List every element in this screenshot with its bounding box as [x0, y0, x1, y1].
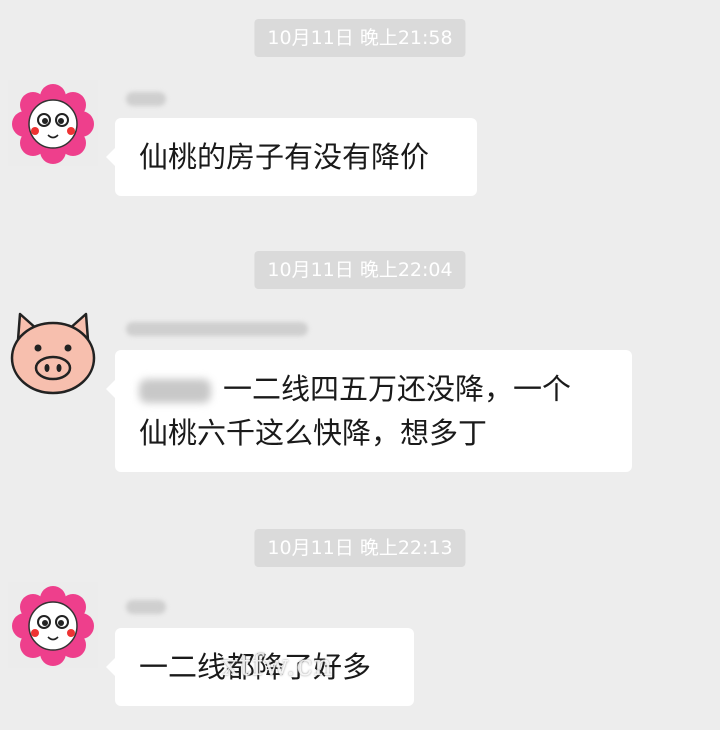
- sender-name-blurred: [126, 92, 166, 106]
- mention-blurred: [139, 379, 211, 403]
- pig-avatar[interactable]: [8, 310, 98, 396]
- message-text: 仙桃的房子有没有降价: [139, 140, 430, 174]
- message-timestamp: 10月11日 晚上22:13: [254, 529, 466, 567]
- sender-name-blurred: [126, 600, 166, 614]
- message-bubble[interactable]: 一二线四五万还没降，一个 仙桃六千这么快降，想多丁: [106, 350, 632, 472]
- flower-avatar[interactable]: [8, 80, 98, 166]
- sender-name-blurred: [126, 322, 308, 336]
- message-timestamp: 10月11日 晚上21:58: [254, 19, 466, 57]
- flower-avatar[interactable]: [8, 582, 98, 668]
- watermark: xtfw.cn: [222, 648, 334, 682]
- message-text-line: 仙桃六千这么快降，想多丁: [139, 416, 488, 450]
- message-text-line: 一二线四五万还没降，一个: [139, 367, 608, 411]
- message-timestamp: 10月11日 晚上22:04: [254, 251, 466, 289]
- message-bubble[interactable]: 仙桃的房子有没有降价: [106, 118, 477, 196]
